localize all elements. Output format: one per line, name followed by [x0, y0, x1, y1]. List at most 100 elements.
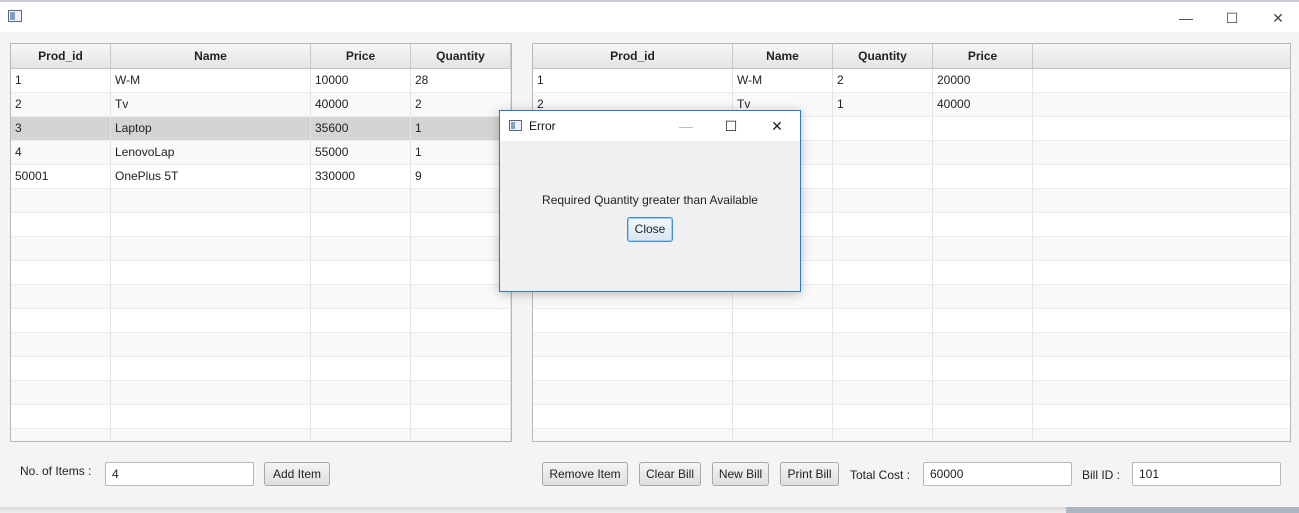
- table-cell: [533, 333, 733, 356]
- table-cell: [411, 357, 511, 380]
- table-row[interactable]: [11, 309, 511, 333]
- inventory-table-body: 1 W-M 10000 28 2 Tv 40000 2 3 Laptop 35600 1 4 Lenovo…: [11, 69, 511, 441]
- table-filler-cell: [1033, 141, 1290, 164]
- table-cell: 2: [411, 93, 511, 116]
- table-cell: 1: [411, 117, 511, 140]
- new-bill-button[interactable]: New Bill: [712, 462, 769, 486]
- table-row[interactable]: [11, 237, 511, 261]
- remove-item-button[interactable]: Remove Item: [542, 462, 628, 486]
- table-cell: [933, 117, 1033, 140]
- table-cell: [411, 381, 511, 404]
- dialog-titlebar: Error — ☐ ✕: [500, 111, 800, 141]
- table-filler-cell: [1033, 189, 1290, 212]
- table-row[interactable]: 2 Tv 40000 2: [11, 93, 511, 117]
- table-cell: [311, 381, 411, 404]
- dialog-message: Required Quantity greater than Available: [542, 193, 758, 207]
- table-filler-cell: [1033, 309, 1290, 332]
- maximize-button[interactable]: ☐: [1209, 4, 1255, 32]
- column-header-name[interactable]: Name: [733, 44, 833, 68]
- bill-id-field[interactable]: 101: [1132, 462, 1281, 486]
- table-cell: [933, 309, 1033, 332]
- table-row[interactable]: [11, 357, 511, 381]
- table-cell: [111, 309, 311, 332]
- table-cell: W-M: [111, 69, 311, 92]
- column-header-name[interactable]: Name: [111, 44, 311, 68]
- table-cell: 20000: [933, 69, 1033, 92]
- table-cell: [411, 309, 511, 332]
- dialog-close-icon[interactable]: ✕: [757, 115, 797, 137]
- table-cell: [733, 429, 833, 441]
- table-row[interactable]: [533, 357, 1290, 381]
- column-header-price[interactable]: Price: [933, 44, 1033, 68]
- table-cell: [933, 189, 1033, 212]
- table-cell: [533, 309, 733, 332]
- table-cell: LenovoLap: [111, 141, 311, 164]
- table-row[interactable]: [11, 405, 511, 429]
- clear-bill-button[interactable]: Clear Bill: [639, 462, 701, 486]
- close-window-button[interactable]: ✕: [1255, 4, 1299, 32]
- column-header-price[interactable]: Price: [311, 44, 411, 68]
- table-row[interactable]: 50001 OnePlus 5T 330000 9: [11, 165, 511, 189]
- table-cell: [311, 261, 411, 284]
- table-row[interactable]: [533, 309, 1290, 333]
- column-header-prod-id[interactable]: Prod_id: [533, 44, 733, 68]
- table-row[interactable]: [11, 429, 511, 441]
- table-row[interactable]: [11, 261, 511, 285]
- add-item-button[interactable]: Add Item: [264, 462, 330, 486]
- table-row[interactable]: [11, 189, 511, 213]
- table-cell: [833, 357, 933, 380]
- table-row[interactable]: 1 W-M 2 20000: [533, 69, 1290, 93]
- column-header-prod-id[interactable]: Prod_id: [11, 44, 111, 68]
- table-cell: [311, 189, 411, 212]
- table-cell: [833, 285, 933, 308]
- table-row[interactable]: [11, 213, 511, 237]
- minimize-button[interactable]: —: [1163, 4, 1209, 32]
- table-cell: [933, 213, 1033, 236]
- dialog-minimize-button[interactable]: —: [666, 115, 706, 137]
- table-filler-cell: [1033, 213, 1290, 236]
- table-row[interactable]: 1 W-M 10000 28: [11, 69, 511, 93]
- table-cell: 1: [11, 69, 111, 92]
- table-cell: [111, 333, 311, 356]
- table-row[interactable]: [533, 381, 1290, 405]
- inventory-table[interactable]: Prod_id Name Price Quantity 1 W-M 10000 28 2…: [10, 43, 512, 442]
- table-cell: [933, 357, 1033, 380]
- dialog-maximize-button[interactable]: ☐: [711, 115, 751, 137]
- table-row[interactable]: [11, 285, 511, 309]
- table-cell: [733, 309, 833, 332]
- table-cell: [111, 189, 311, 212]
- table-cell: [11, 213, 111, 236]
- table-row[interactable]: [11, 333, 511, 357]
- table-cell: [11, 285, 111, 308]
- column-header-quantity[interactable]: Quantity: [411, 44, 511, 68]
- table-cell: [933, 429, 1033, 441]
- table-filler-cell: [1033, 165, 1290, 188]
- table-row[interactable]: 4 LenovoLap 55000 1: [11, 141, 511, 165]
- table-cell: [311, 357, 411, 380]
- inventory-table-header: Prod_id Name Price Quantity: [11, 44, 511, 69]
- table-row[interactable]: [533, 429, 1290, 441]
- table-cell: [111, 213, 311, 236]
- table-cell: Laptop: [111, 117, 311, 140]
- table-cell: 9: [411, 165, 511, 188]
- table-filler-cell: [1033, 405, 1290, 428]
- table-row[interactable]: 3 Laptop 35600 1: [11, 117, 511, 141]
- table-filler-cell: [1033, 237, 1290, 260]
- table-cell: [933, 405, 1033, 428]
- dialog-title: Error: [529, 119, 556, 133]
- table-cell: [533, 429, 733, 441]
- items-count-input[interactable]: 4: [105, 462, 254, 486]
- table-cell: [411, 285, 511, 308]
- table-cell: 1: [833, 93, 933, 116]
- column-header-quantity[interactable]: Quantity: [833, 44, 933, 68]
- print-bill-button[interactable]: Print Bill: [780, 462, 839, 486]
- dialog-close-button[interactable]: Close: [627, 217, 673, 242]
- table-filler-cell: [1033, 357, 1290, 380]
- table-row[interactable]: [11, 381, 511, 405]
- table-row[interactable]: [533, 333, 1290, 357]
- total-cost-field[interactable]: 60000: [923, 462, 1072, 486]
- table-cell: [11, 309, 111, 332]
- table-cell: [411, 405, 511, 428]
- table-cell: 2: [11, 93, 111, 116]
- table-row[interactable]: [533, 405, 1290, 429]
